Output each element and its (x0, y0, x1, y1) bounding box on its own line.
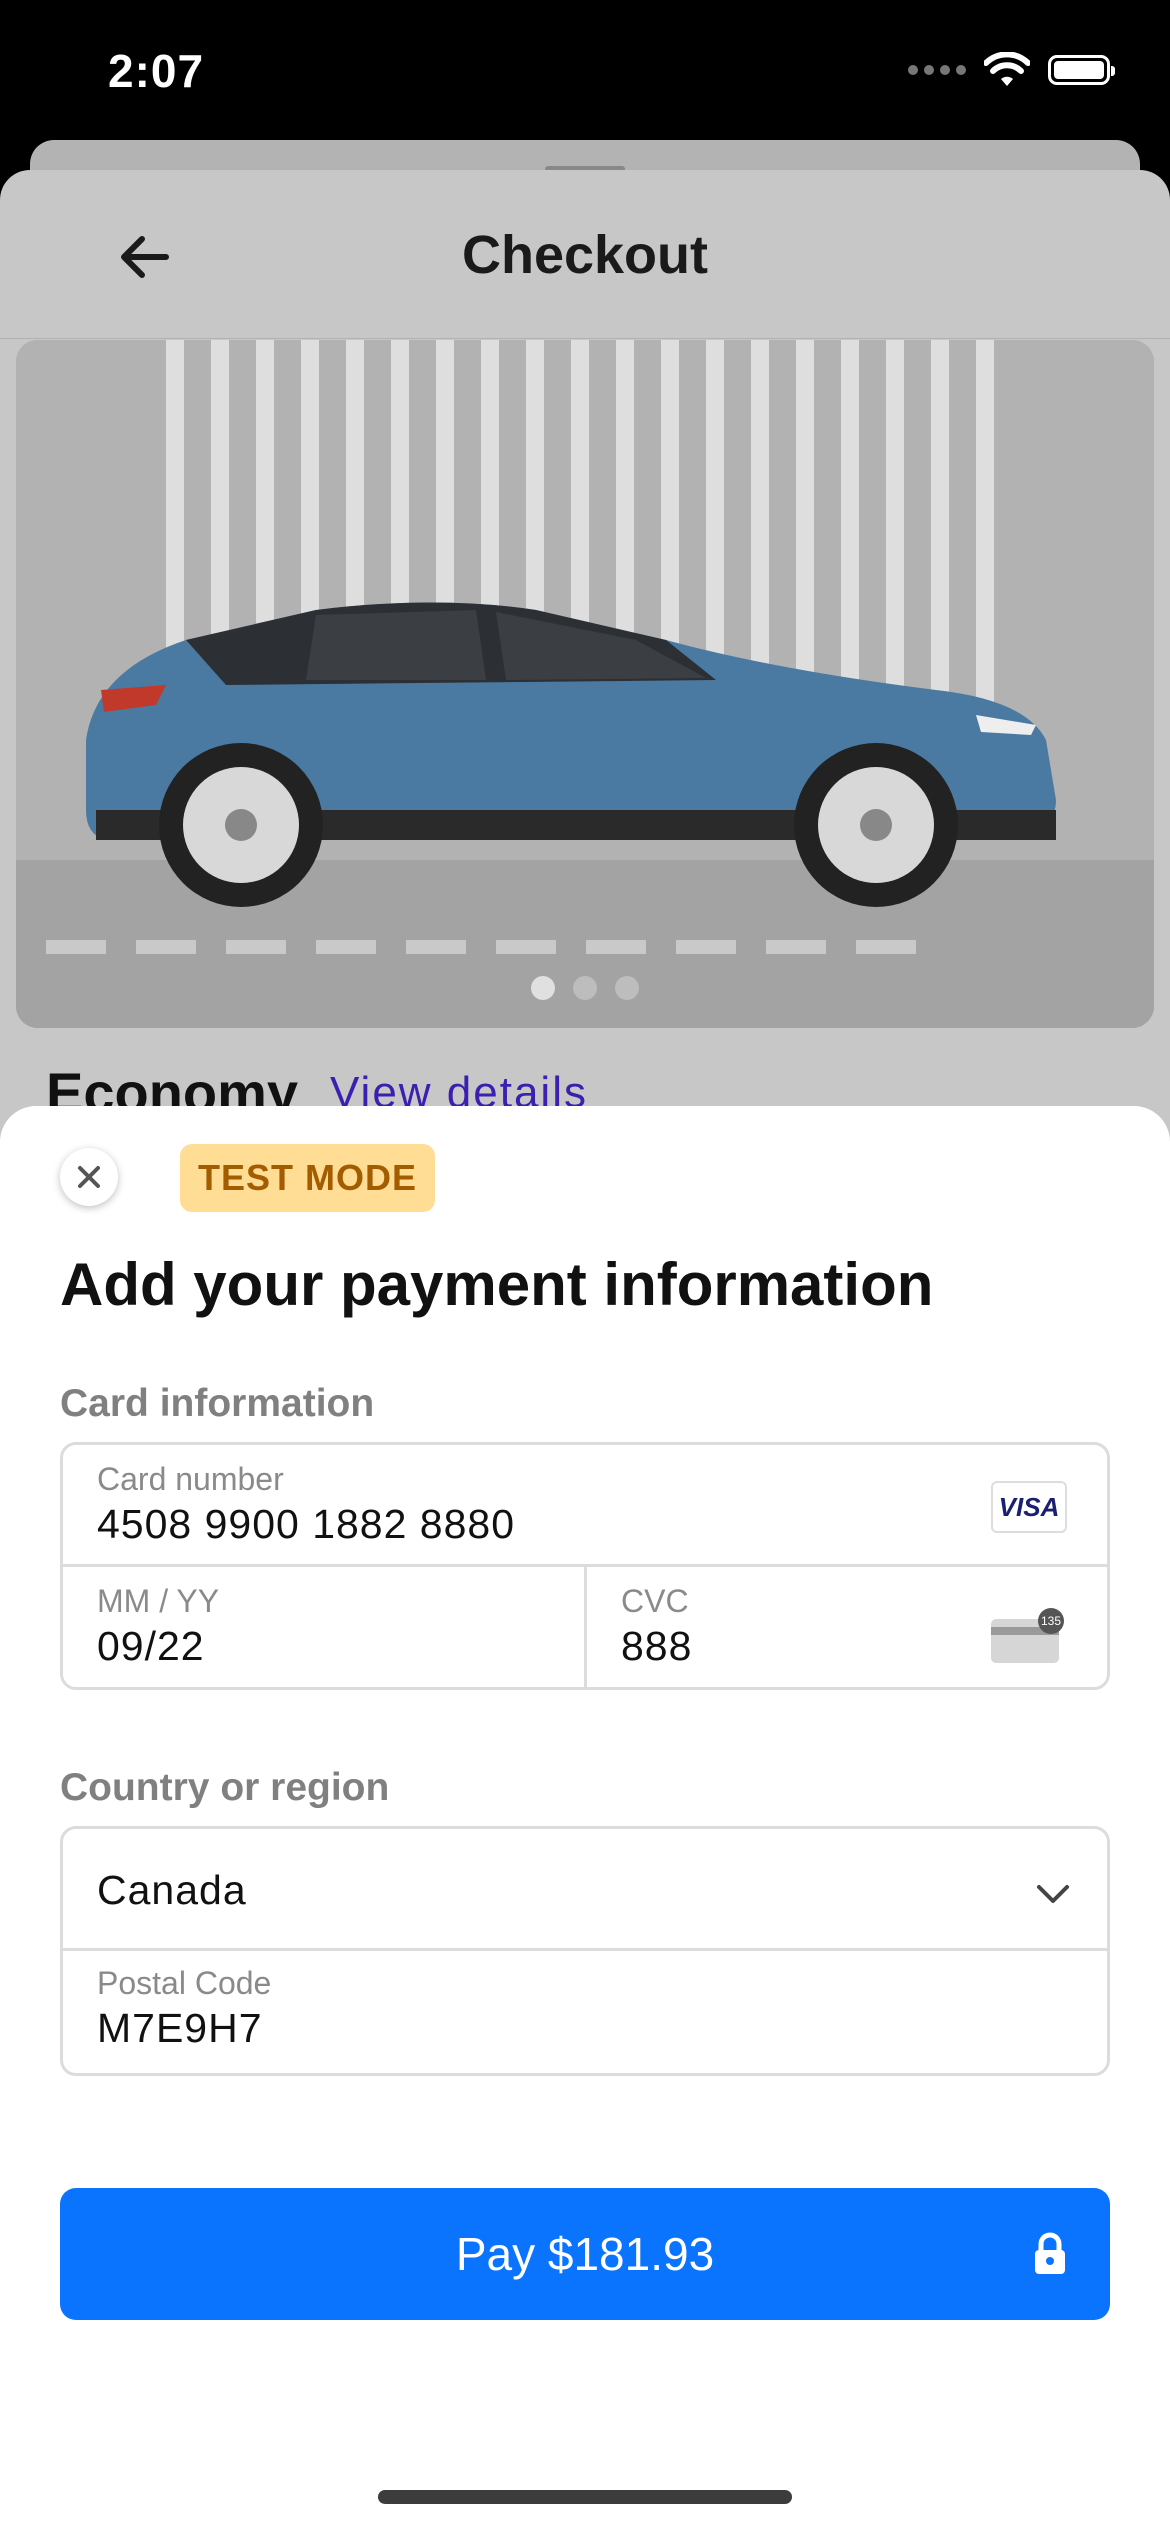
pager-dot[interactable] (531, 976, 555, 1000)
expiry-value: 09/22 (97, 1623, 205, 1669)
cvc-value: 888 (621, 1623, 693, 1669)
lock-icon (1035, 2232, 1065, 2274)
expiry-label: MM / YY (97, 1583, 220, 1619)
close-button[interactable] (60, 1148, 118, 1206)
country-label: Country or region (60, 1766, 390, 1809)
cvc-card-icon: 135 (991, 1608, 1064, 1663)
card-info-group: Card number 4508 9900 1882 8880 VISA MM … (60, 1442, 1110, 1690)
close-icon (78, 1166, 100, 1188)
wifi-icon (984, 52, 1030, 86)
carousel-pager[interactable] (16, 976, 1154, 1000)
chevron-down-icon (1037, 1885, 1069, 1903)
card-info-label: Card information (60, 1382, 375, 1425)
status-bar: 2:07 (0, 0, 1170, 150)
country-select[interactable]: Canada (63, 1829, 1107, 1951)
payment-sheet: TEST MODE Add your payment information C… (0, 1106, 1170, 2532)
pager-dot[interactable] (615, 976, 639, 1000)
sheet-title: Add your payment information (60, 1251, 934, 1318)
battery-icon (1048, 55, 1115, 85)
card-number-field[interactable]: Card number 4508 9900 1882 8880 VISA (63, 1445, 1107, 1567)
status-time: 2:07 (108, 45, 205, 97)
test-mode-badge: TEST MODE (180, 1144, 436, 1212)
postal-code-value: M7E9H7 (97, 2005, 263, 2051)
postal-code-label: Postal Code (97, 1965, 272, 2001)
car-image-carousel[interactable] (16, 340, 1154, 1028)
pay-button[interactable]: Pay $181.93 (60, 2188, 1110, 2320)
country-value: Canada (97, 1867, 247, 1913)
home-indicator[interactable] (378, 2490, 792, 2504)
card-number-value: 4508 9900 1882 8880 (97, 1501, 516, 1547)
cellular-signal-icon (908, 65, 966, 75)
address-group: Canada Postal Code M7E9H7 (60, 1826, 1110, 2076)
nav-bar: Checkout (0, 170, 1170, 339)
visa-icon: VISA (991, 1481, 1067, 1533)
cvc-field[interactable]: CVC 888 135 (587, 1567, 1107, 1687)
pay-button-label: Pay $181.93 (455, 2228, 715, 2280)
cvc-label: CVC (621, 1583, 689, 1619)
page-title: Checkout (461, 225, 709, 285)
card-number-label: Card number (97, 1461, 284, 1497)
status-icons (908, 52, 1115, 88)
cvc-icon-text: 135 (1041, 1614, 1061, 1628)
expiry-field[interactable]: MM / YY 09/22 (63, 1567, 584, 1687)
car-image (16, 340, 1154, 1028)
postal-code-field[interactable]: Postal Code M7E9H7 (63, 1951, 1107, 2073)
pager-dot[interactable] (573, 976, 597, 1000)
